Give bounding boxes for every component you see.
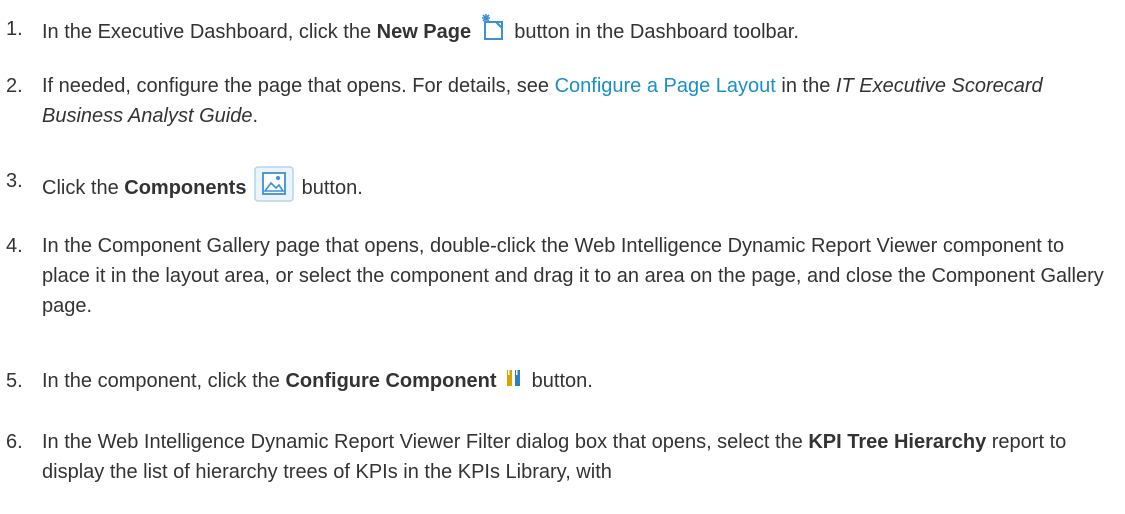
step-number: 6. bbox=[6, 431, 23, 453]
kpi-tree-hierarchy-label: KPI Tree Hierarchy bbox=[808, 431, 987, 453]
step-4: 4. In the Component Gallery page that op… bbox=[6, 231, 1116, 321]
new-page-icon bbox=[479, 14, 507, 51]
step-3: 3. Click the Components button. bbox=[6, 166, 1116, 211]
new-page-label: New Page bbox=[376, 20, 472, 43]
configure-page-layout-link[interactable]: Configure a Page Layout bbox=[555, 75, 776, 97]
step-number: 1. bbox=[6, 18, 23, 40]
step-text: If needed, configure the page that opens… bbox=[42, 75, 1043, 127]
step-text: In the component, click the Configure Co… bbox=[42, 366, 1116, 397]
step-text: In the Web Intelligence Dynamic Report V… bbox=[42, 431, 1067, 483]
step-text: Click the Components button. bbox=[42, 166, 1116, 211]
step-5: 5. In the component, click the Configure… bbox=[6, 366, 1116, 397]
step-text: In the Component Gallery page that opens… bbox=[42, 235, 1104, 317]
configure-component-label: Configure Component bbox=[285, 370, 497, 392]
step-number: 4. bbox=[6, 235, 23, 257]
step-text: In the Executive Dashboard, click the Ne… bbox=[42, 14, 1116, 51]
step-1: 1. In the Executive Dashboard, click the… bbox=[6, 14, 1116, 51]
step-number: 3. bbox=[6, 170, 23, 192]
step-number: 2. bbox=[6, 75, 23, 97]
step-number: 5. bbox=[6, 370, 23, 392]
step-6: 6. In the Web Intelligence Dynamic Repor… bbox=[6, 427, 1116, 487]
configure-component-icon bbox=[504, 367, 524, 397]
step-2: 2. If needed, configure the page that op… bbox=[6, 71, 1116, 131]
components-icon bbox=[254, 166, 294, 211]
components-label: Components bbox=[124, 176, 247, 199]
document-page: 1. In the Executive Dashboard, click the… bbox=[0, 0, 1125, 514]
